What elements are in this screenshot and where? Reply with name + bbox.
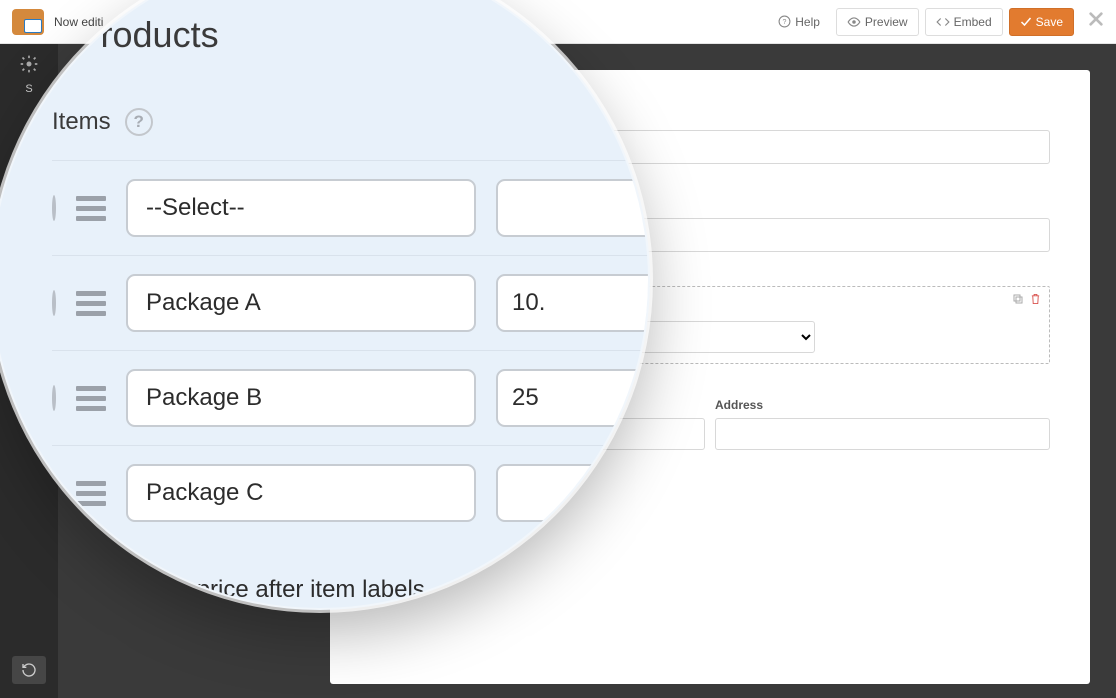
default-radio[interactable] bbox=[52, 385, 56, 411]
settings-button[interactable] bbox=[19, 54, 39, 79]
duplicate-icon[interactable] bbox=[1012, 293, 1024, 308]
delete-icon[interactable] bbox=[1030, 293, 1041, 308]
code-icon bbox=[936, 17, 950, 27]
item-price-input[interactable] bbox=[496, 464, 650, 522]
embed-button[interactable]: Embed bbox=[925, 8, 1003, 36]
svg-text:?: ? bbox=[783, 19, 787, 26]
item-row bbox=[52, 350, 650, 445]
show-price-label: Show price after item labels bbox=[130, 576, 425, 604]
default-radio[interactable] bbox=[52, 290, 56, 316]
eye-icon bbox=[847, 17, 861, 27]
field-tools bbox=[1012, 293, 1041, 308]
gear-icon bbox=[19, 54, 39, 74]
item-price-input[interactable] bbox=[496, 179, 650, 237]
item-label-input[interactable] bbox=[126, 369, 476, 427]
items-label: Items bbox=[52, 108, 111, 136]
drag-handle-icon[interactable] bbox=[76, 196, 106, 221]
close-icon bbox=[1088, 11, 1104, 27]
item-label-input[interactable] bbox=[126, 274, 476, 332]
address-field[interactable]: Address bbox=[715, 398, 1050, 450]
item-row bbox=[52, 160, 650, 255]
show-price-toggle[interactable] bbox=[52, 574, 108, 606]
help-icon[interactable]: ? bbox=[125, 108, 153, 136]
revisions-button[interactable] bbox=[12, 656, 46, 684]
default-radio[interactable] bbox=[52, 195, 56, 221]
item-price-input[interactable] bbox=[496, 369, 650, 427]
drag-handle-icon[interactable] bbox=[76, 386, 106, 411]
items-header: Items ? bbox=[52, 108, 650, 136]
item-row bbox=[52, 445, 650, 540]
app-logo bbox=[12, 9, 44, 35]
history-icon bbox=[21, 662, 37, 678]
save-button[interactable]: Save bbox=[1009, 8, 1074, 36]
preview-label: Preview bbox=[865, 15, 908, 29]
magnifier-overlay: ᴜɪProducts Items ? bbox=[0, 0, 650, 610]
save-label: Save bbox=[1036, 15, 1063, 29]
rail-setup-short: S bbox=[25, 83, 32, 95]
close-button[interactable] bbox=[1088, 11, 1104, 32]
drag-handle-icon[interactable] bbox=[76, 291, 106, 316]
drag-handle-icon[interactable] bbox=[76, 481, 106, 506]
help-label: Help bbox=[795, 15, 820, 29]
show-price-toggle-row: Show price after item labels bbox=[52, 574, 650, 606]
item-label-input[interactable] bbox=[126, 179, 476, 237]
check-icon bbox=[1020, 17, 1032, 27]
default-radio[interactable] bbox=[52, 480, 56, 506]
item-row bbox=[52, 255, 650, 350]
preview-button[interactable]: Preview bbox=[836, 8, 919, 36]
item-price-input[interactable] bbox=[496, 274, 650, 332]
item-label-input[interactable] bbox=[126, 464, 476, 522]
help-button[interactable]: ? Help bbox=[768, 9, 830, 35]
embed-label: Embed bbox=[954, 15, 992, 29]
address-label: Address bbox=[715, 398, 1050, 412]
panel-title: ᴜɪProducts bbox=[52, 14, 650, 56]
help-icon: ? bbox=[778, 15, 791, 28]
address-input[interactable] bbox=[715, 418, 1050, 450]
